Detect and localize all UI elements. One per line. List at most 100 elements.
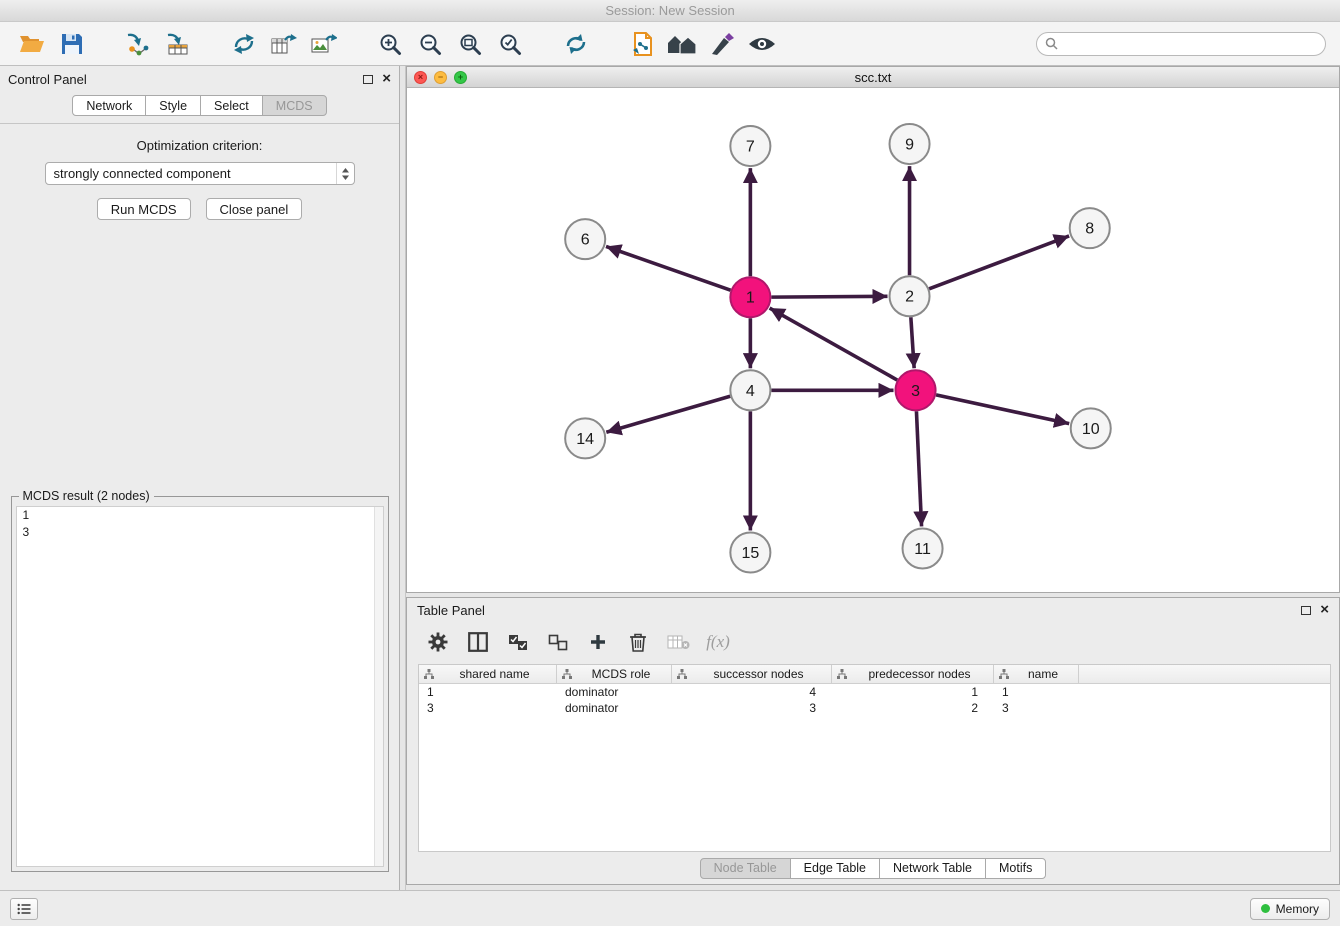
graph-edge-2-8[interactable] xyxy=(929,236,1069,289)
clone-network-button[interactable] xyxy=(622,25,662,63)
refresh-button[interactable] xyxy=(556,25,596,63)
mcds-result-list[interactable]: 1 3 xyxy=(16,506,384,867)
cell-mcds-role[interactable]: dominator xyxy=(557,701,672,715)
memory-button[interactable]: Memory xyxy=(1250,898,1330,920)
network-window-title: scc.txt xyxy=(855,70,892,85)
import-table-button[interactable] xyxy=(158,25,198,63)
graph-edge-3-11[interactable] xyxy=(916,412,921,527)
graph-edge-2-3[interactable] xyxy=(911,318,914,369)
task-history-button[interactable] xyxy=(10,898,38,920)
open-file-button[interactable] xyxy=(12,25,52,63)
tab-mcds[interactable]: MCDS xyxy=(262,95,327,116)
status-bar: Memory xyxy=(0,890,1340,926)
cell-predecessor-nodes[interactable]: 2 xyxy=(832,701,994,715)
show-hide-button[interactable] xyxy=(742,25,782,63)
close-window-icon[interactable]: × xyxy=(414,71,427,84)
apply-style-button[interactable] xyxy=(702,25,742,63)
export-table-button[interactable] xyxy=(264,25,304,63)
fx-icon: f(x) xyxy=(706,632,730,652)
criterion-dropdown[interactable]: strongly connected component xyxy=(45,162,355,185)
cell-predecessor-nodes[interactable]: 1 xyxy=(832,685,994,699)
float-panel-icon[interactable] xyxy=(363,75,373,84)
graph-node-label-3: 3 xyxy=(911,383,920,400)
show-columns-button[interactable] xyxy=(465,627,491,657)
table-header-row: shared name MCDS role successor nodes xyxy=(419,665,1330,684)
graph-edge-1-6[interactable] xyxy=(606,247,731,291)
graph-node-label-10: 10 xyxy=(1082,421,1100,438)
result-item[interactable]: 3 xyxy=(17,524,383,541)
delete-column-button[interactable] xyxy=(625,627,651,657)
tab-edge-table[interactable]: Edge Table xyxy=(790,858,880,879)
graph-edge-3-10[interactable] xyxy=(936,395,1069,424)
tab-select[interactable]: Select xyxy=(200,95,263,116)
graph-edge-4-14[interactable] xyxy=(606,397,730,433)
column-header-predecessor-nodes[interactable]: predecessor nodes xyxy=(832,665,994,683)
save-session-button[interactable] xyxy=(52,25,92,63)
control-panel-title: Control Panel xyxy=(8,72,363,87)
control-panel-header: Control Panel × xyxy=(0,66,399,92)
tab-network[interactable]: Network xyxy=(72,95,146,116)
function-builder-button[interactable]: f(x) xyxy=(705,627,731,657)
graph-node-label-9: 9 xyxy=(905,137,914,154)
select-all-columns-button[interactable] xyxy=(505,627,531,657)
table-row[interactable]: 1 dominator 4 1 1 xyxy=(419,684,1330,700)
maximize-window-icon[interactable]: + xyxy=(454,71,467,84)
cell-shared-name[interactable]: 3 xyxy=(419,701,557,715)
close-panel-icon[interactable]: × xyxy=(382,74,391,84)
zoom-fit-icon xyxy=(458,32,482,56)
column-header-mcds-role[interactable]: MCDS role xyxy=(557,665,672,683)
float-table-panel-icon[interactable] xyxy=(1301,606,1311,615)
search-icon xyxy=(1045,37,1058,50)
cell-shared-name[interactable]: 1 xyxy=(419,685,557,699)
cell-mcds-role[interactable]: dominator xyxy=(557,685,672,699)
tab-motifs[interactable]: Motifs xyxy=(985,858,1046,879)
cell-name[interactable]: 3 xyxy=(994,701,1079,715)
result-item[interactable]: 1 xyxy=(17,507,383,524)
refresh-icon xyxy=(564,33,588,55)
network-window: × − + scc.txt 7968124314101511 xyxy=(406,66,1340,593)
search-field[interactable] xyxy=(1036,32,1326,56)
column-header-name[interactable]: name xyxy=(994,665,1079,683)
tab-style[interactable]: Style xyxy=(145,95,201,116)
column-header-successor-nodes[interactable]: successor nodes xyxy=(672,665,832,683)
table-row[interactable]: 3 dominator 3 2 3 xyxy=(419,700,1330,716)
column-header-shared-name[interactable]: shared name xyxy=(419,665,557,683)
graph-edge-3-1[interactable] xyxy=(770,309,898,381)
import-network-button[interactable] xyxy=(118,25,158,63)
run-mcds-button[interactable]: Run MCDS xyxy=(97,198,191,220)
network-graph[interactable]: 7968124314101511 xyxy=(407,88,1339,592)
export-table-icon xyxy=(271,33,297,55)
unchecked-boxes-icon xyxy=(548,634,568,651)
close-table-panel-icon[interactable]: × xyxy=(1320,605,1329,615)
export-image-button[interactable] xyxy=(304,25,344,63)
deselect-all-columns-button[interactable] xyxy=(545,627,571,657)
cell-successor-nodes[interactable]: 3 xyxy=(672,701,832,715)
tab-network-table[interactable]: Network Table xyxy=(879,858,986,879)
graph-edge-1-2[interactable] xyxy=(771,297,887,298)
graph-node-label-15: 15 xyxy=(741,545,759,562)
window-titlebar: Session: New Session xyxy=(0,0,1340,22)
add-column-button[interactable] xyxy=(585,627,611,657)
result-scrollbar[interactable] xyxy=(374,507,383,866)
graph-node-label-6: 6 xyxy=(581,232,590,249)
zoom-in-button[interactable] xyxy=(370,25,410,63)
export-network-button[interactable] xyxy=(224,25,264,63)
zoom-selected-button[interactable] xyxy=(490,25,530,63)
close-panel-button[interactable]: Close panel xyxy=(206,198,303,220)
table-settings-button[interactable] xyxy=(425,627,451,657)
graph-node-label-11: 11 xyxy=(914,541,931,558)
zoom-fit-button[interactable] xyxy=(450,25,490,63)
network-view[interactable]: 7968124314101511 xyxy=(407,88,1339,592)
table-toolbar: f(x) xyxy=(407,622,1339,662)
column-tree-icon xyxy=(837,669,847,679)
zoom-out-button[interactable] xyxy=(410,25,450,63)
cell-name[interactable]: 1 xyxy=(994,685,1079,699)
search-input[interactable] xyxy=(1063,37,1317,51)
window-title: Session: New Session xyxy=(605,3,734,18)
minimize-window-icon[interactable]: − xyxy=(434,71,447,84)
tab-node-table[interactable]: Node Table xyxy=(700,858,791,879)
cell-successor-nodes[interactable]: 4 xyxy=(672,685,832,699)
gear-icon xyxy=(428,632,448,652)
home-button[interactable] xyxy=(662,25,702,63)
delete-table-button[interactable] xyxy=(665,627,691,657)
